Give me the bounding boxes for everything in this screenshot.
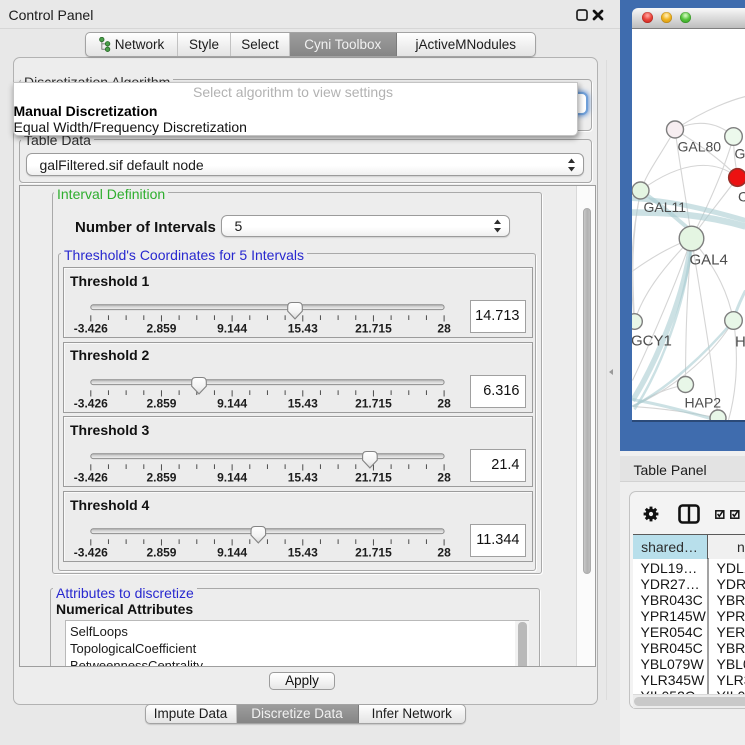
svg-text:21.715: 21.715 bbox=[355, 396, 392, 410]
svg-text:15.43: 15.43 bbox=[287, 546, 317, 560]
svg-text:GAL11: GAL11 bbox=[643, 199, 686, 215]
svg-text:H: H bbox=[735, 333, 745, 350]
svg-text:2.859: 2.859 bbox=[146, 322, 176, 336]
svg-text:2.859: 2.859 bbox=[146, 471, 176, 485]
svg-text:C: C bbox=[738, 188, 745, 204]
svg-text:21.715: 21.715 bbox=[355, 546, 392, 560]
svg-text:9.144: 9.144 bbox=[217, 396, 247, 410]
svg-text:9.144: 9.144 bbox=[217, 322, 247, 336]
svg-text:HAP2: HAP2 bbox=[684, 394, 721, 410]
svg-text:-3.426: -3.426 bbox=[73, 396, 107, 410]
svg-text:GAL80: GAL80 bbox=[677, 138, 721, 154]
svg-text:21.715: 21.715 bbox=[355, 471, 392, 485]
svg-text:28: 28 bbox=[437, 471, 451, 485]
svg-text:28: 28 bbox=[437, 322, 451, 336]
svg-text:-3.426: -3.426 bbox=[73, 471, 107, 485]
svg-text:GCY1: GCY1 bbox=[632, 332, 672, 349]
svg-text:-3.426: -3.426 bbox=[73, 546, 107, 560]
svg-text:9.144: 9.144 bbox=[217, 471, 247, 485]
svg-text:2.859: 2.859 bbox=[146, 546, 176, 560]
svg-text:9.144: 9.144 bbox=[217, 546, 247, 560]
svg-text:GA: GA bbox=[734, 145, 745, 161]
svg-text:28: 28 bbox=[437, 546, 451, 560]
svg-text:2.859: 2.859 bbox=[146, 396, 176, 410]
svg-text:15.43: 15.43 bbox=[287, 396, 317, 410]
svg-text:21.715: 21.715 bbox=[355, 322, 392, 336]
svg-text:15.43: 15.43 bbox=[287, 471, 317, 485]
svg-text:GAL4: GAL4 bbox=[689, 251, 727, 268]
svg-text:28: 28 bbox=[437, 396, 451, 410]
svg-text:-3.426: -3.426 bbox=[73, 322, 107, 336]
svg-text:15.43: 15.43 bbox=[287, 322, 317, 336]
